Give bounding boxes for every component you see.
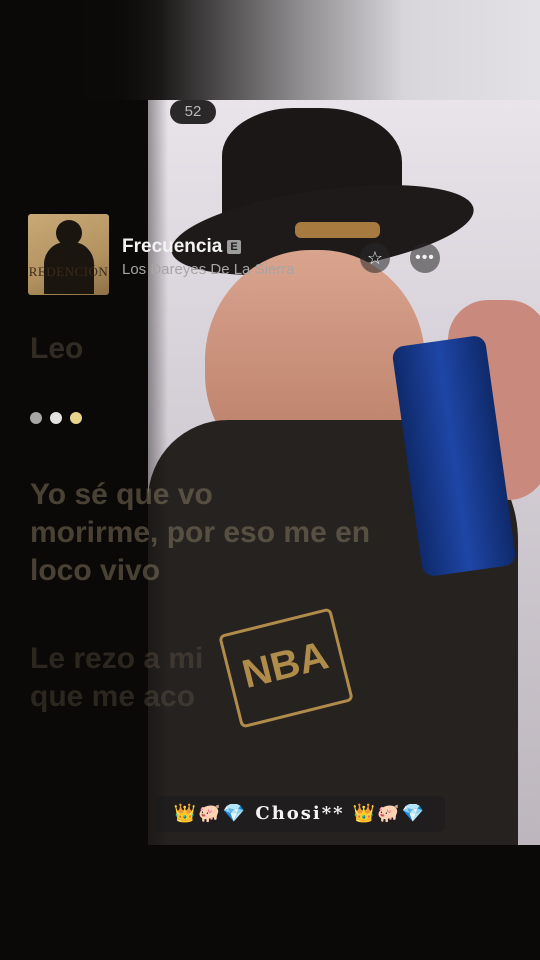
more-options-button[interactable]: •••	[410, 243, 440, 273]
favorite-button[interactable]: ☆	[360, 243, 390, 273]
lyric-line: Yo sé que vo	[30, 478, 213, 511]
lyric-line: loco vivo	[30, 554, 161, 587]
album-art-text: REDENCIÓN	[28, 264, 109, 279]
album-art[interactable]: REDENCIÓN	[28, 214, 109, 295]
lyric-line: que me aco	[30, 680, 196, 713]
indicator-dot-3	[70, 412, 82, 424]
status-badge: 52	[170, 100, 216, 124]
track-artist[interactable]: Los Dareyes De La Sierra	[122, 261, 295, 278]
explicit-badge: E	[227, 240, 241, 254]
video-caption: 👑🐖💎 Chosi** 👑🐖💎	[155, 796, 445, 832]
lyric-pause-indicator	[30, 411, 90, 429]
lyric-line: morirme, por eso me en	[30, 516, 371, 549]
lyric-current-block[interactable]: Yo sé que vo morirme, por eso me en loco…	[30, 476, 410, 590]
star-icon: ☆	[366, 248, 384, 268]
track-title[interactable]: Frecuencia	[122, 236, 222, 258]
hat-band	[295, 222, 380, 238]
lyric-line: Le rezo a mi	[30, 642, 204, 675]
screen: NBA 52 REDENCIÓN Frecuencia E Los Dareye…	[0, 0, 540, 960]
indicator-dot-2	[50, 412, 62, 424]
ellipsis-icon: •••	[415, 249, 435, 266]
lyric-previous-line[interactable]: Leo	[30, 330, 83, 368]
lyric-next-block[interactable]: Le rezo a mi que me aco	[30, 640, 410, 716]
indicator-dot-1	[30, 412, 42, 424]
